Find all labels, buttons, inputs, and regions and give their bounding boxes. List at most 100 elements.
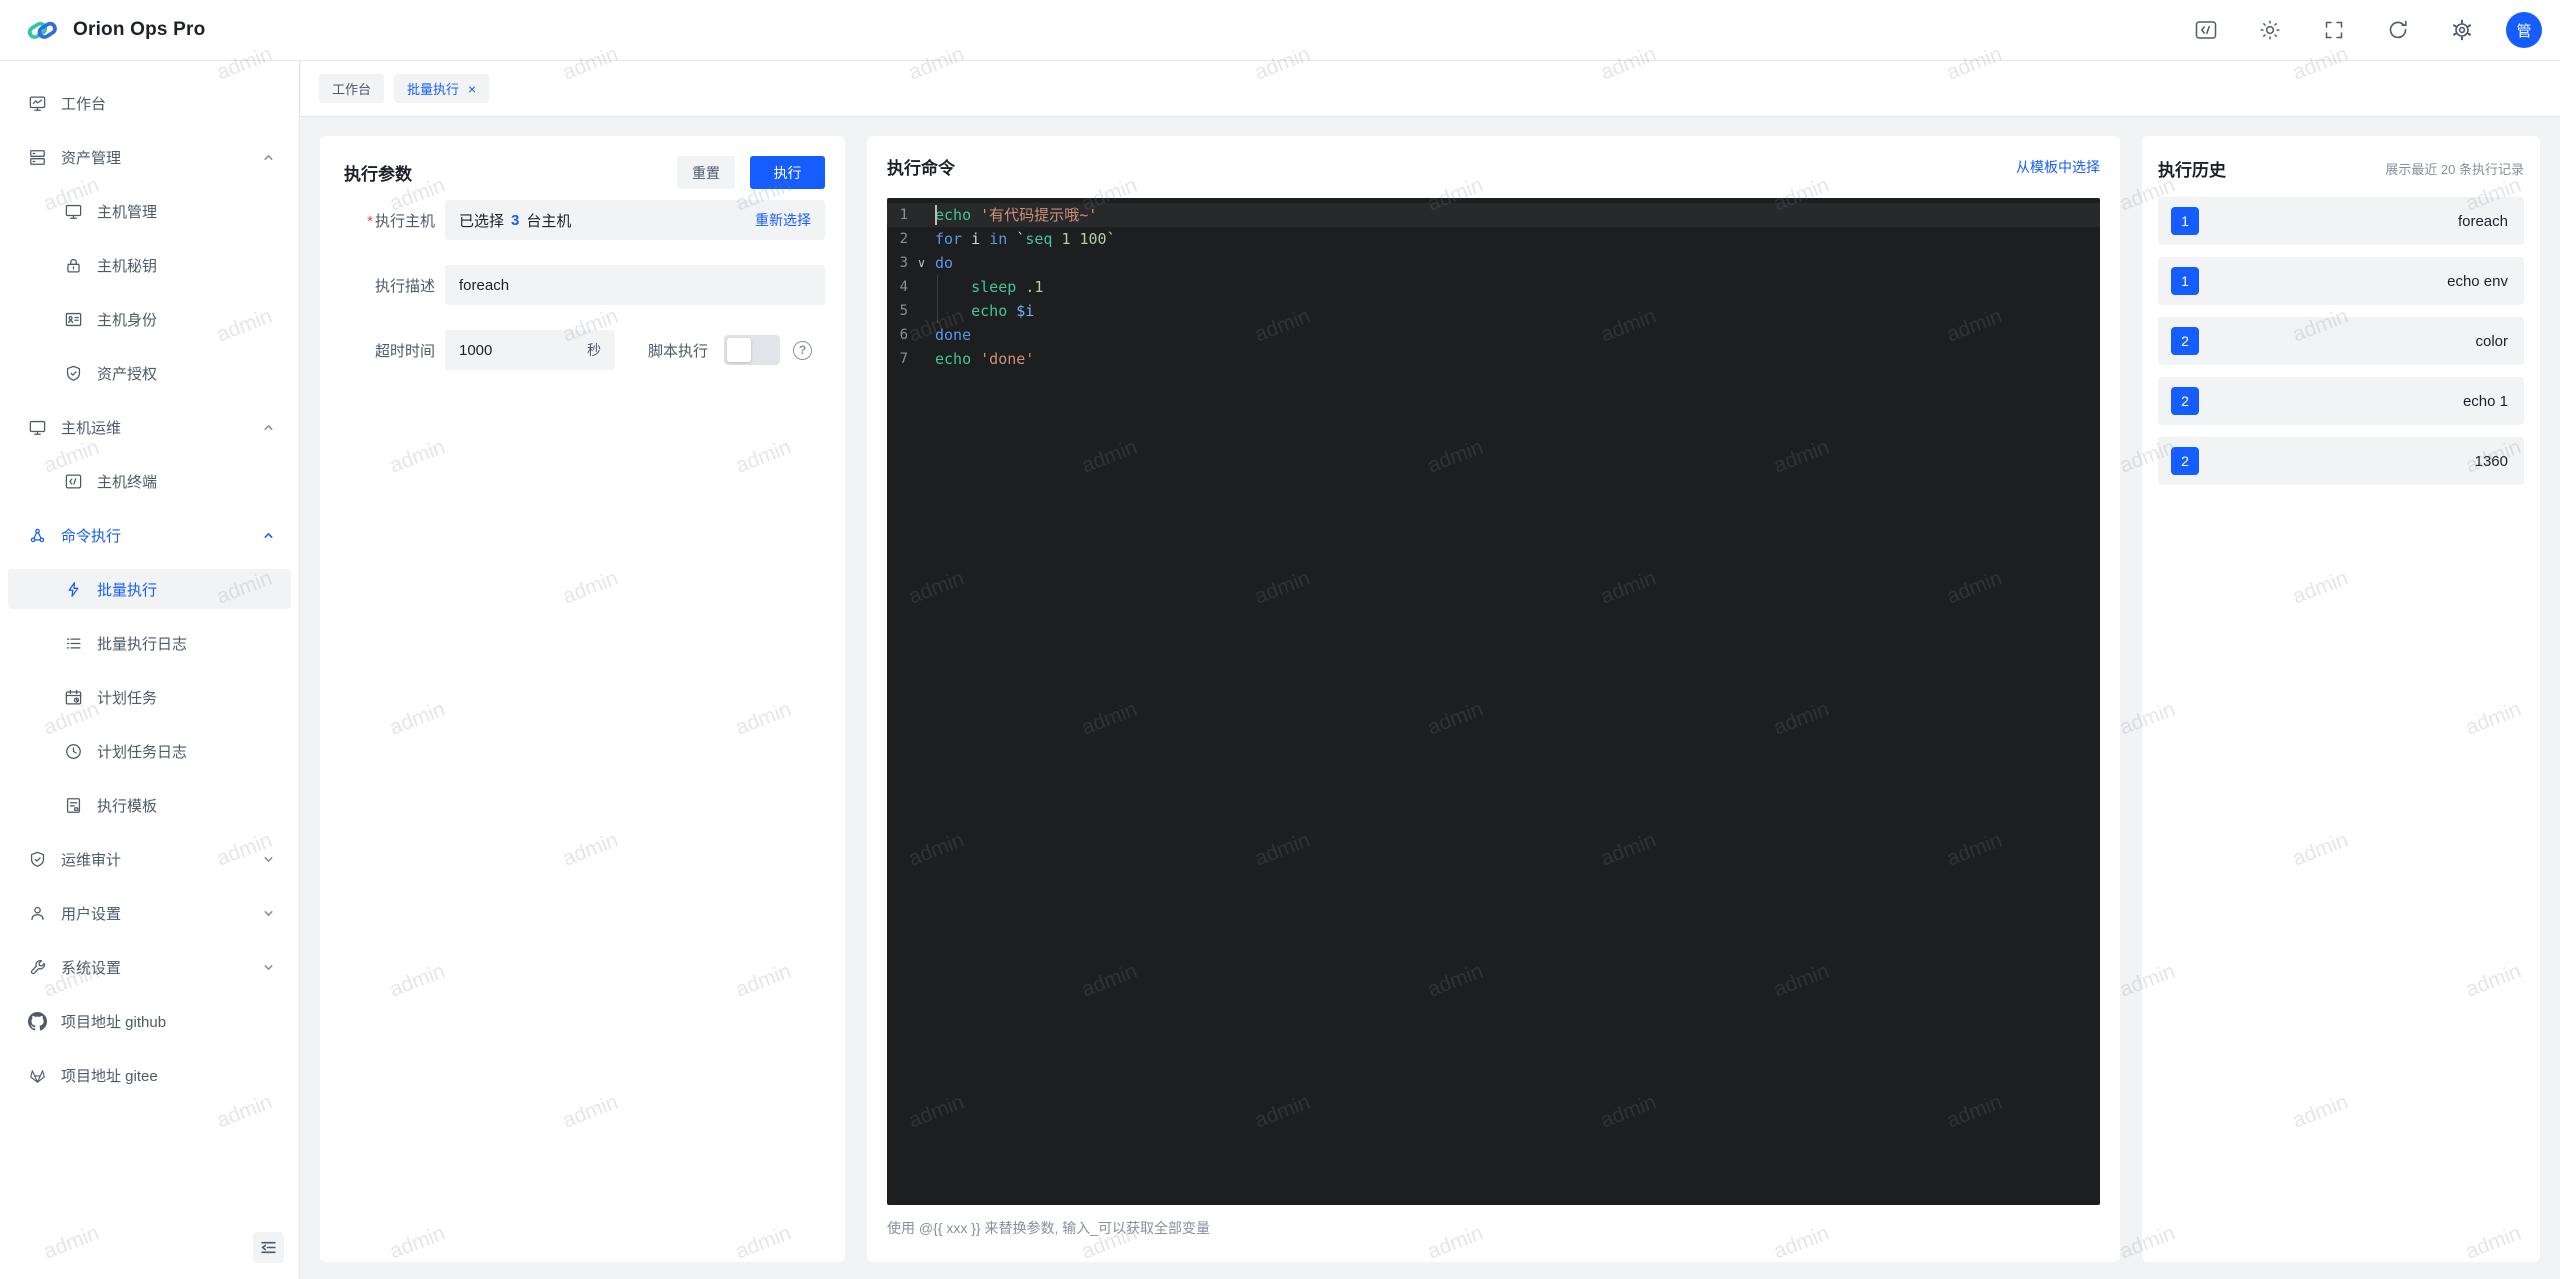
sidebar-item-project-github[interactable]: 项目地址 github	[8, 1001, 291, 1041]
app-logo: Orion Ops Pro	[0, 12, 205, 48]
sidebar-item-host-ops[interactable]: 主机运维	[8, 407, 291, 447]
command-code-editor[interactable]: 1 echo '有代码提示哦~' 2 for i in `seq 1 100` 3 ∨ do…	[887, 198, 2100, 1205]
fold-gutter	[908, 299, 935, 323]
code-line: 5 echo $i	[887, 299, 2100, 323]
host-selected-suffix: 台主机	[526, 212, 572, 230]
code-line: 1 echo '有代码提示哦~'	[887, 203, 2100, 227]
sidebar-item-command-execution[interactable]: 命令执行	[8, 515, 291, 555]
history-item-label: 1360	[2474, 452, 2508, 470]
sidebar-item-workbench[interactable]: 工作台	[8, 83, 291, 123]
sidebar-item-system-settings[interactable]: 系统设置	[8, 947, 291, 987]
monitor-icon	[65, 204, 82, 219]
choose-from-template-link[interactable]: 从模板中选择	[2016, 157, 2100, 177]
history-item[interactable]: 1 foreach	[2158, 197, 2524, 245]
sidebar-item-label: 项目地址 github	[61, 1013, 167, 1031]
sidebar-item-label: 用户设置	[61, 905, 122, 923]
description-field-label: 执行描述	[374, 277, 435, 295]
description-input[interactable]: foreach	[445, 265, 825, 305]
tab-label: 工作台	[332, 82, 372, 97]
timeout-input[interactable]: 1000 秒	[445, 330, 615, 370]
reselect-hosts-link[interactable]: 重新选择	[755, 210, 811, 230]
sidebar-item-batch-execution-log[interactable]: 批量执行日志	[8, 623, 291, 663]
sidebar-item-label: 命令执行	[61, 527, 122, 545]
monitor-icon	[29, 420, 46, 435]
execute-button[interactable]: 执行	[750, 156, 825, 189]
sidebar-item-asset-management[interactable]: 资产管理	[8, 137, 291, 177]
host-count-badge: 1	[2171, 267, 2199, 295]
sidebar-item-user-settings[interactable]: 用户设置	[8, 893, 291, 933]
sidebar-item-host-identity[interactable]: 主机身份	[8, 299, 291, 339]
settings-gear-icon[interactable]	[2450, 18, 2474, 42]
history-item[interactable]: 2 echo 1	[2158, 377, 2524, 425]
sidebar-item-label: 计划任务	[97, 689, 158, 707]
code-line: 7 echo 'done'	[887, 347, 2100, 371]
code-text: done	[935, 326, 972, 344]
refresh-icon[interactable]	[2386, 18, 2410, 42]
clock-icon	[66, 743, 81, 759]
code-text: do	[935, 254, 954, 272]
tab-workbench[interactable]: 工作台	[319, 74, 385, 103]
history-item[interactable]: 2 color	[2158, 317, 2524, 365]
line-number: 5	[899, 303, 908, 319]
sidebar-item-host-management[interactable]: 主机管理	[8, 191, 291, 231]
sidebar-item-project-gitee[interactable]: 项目地址 gitee	[8, 1055, 291, 1095]
line-number: 1	[899, 207, 908, 223]
sidebar-item-host-keys[interactable]: 主机秘钥	[8, 245, 291, 285]
tab-batch-execution[interactable]: 批量执行 ×	[394, 74, 490, 103]
sidebar-item-scheduled-task-log[interactable]: 计划任务日志	[8, 731, 291, 771]
host-selected-prefix: 已选择	[459, 212, 505, 230]
history-item[interactable]: 1 echo env	[2158, 257, 2524, 305]
execution-params-panel: 执行参数 重置 执行 * 执行主机 已选择 3 台主机 重新选择 执行描述 for…	[320, 136, 845, 1262]
sidebar-item-label: 项目地址 gitee	[61, 1067, 158, 1085]
reset-button[interactable]: 重置	[677, 156, 735, 189]
shield-check-icon	[30, 851, 45, 867]
chevron-up-icon	[264, 154, 273, 160]
sidebar-item-label: 批量执行	[97, 581, 158, 599]
fold-gutter	[908, 275, 935, 299]
tab-close-icon[interactable]: ×	[468, 82, 476, 96]
help-icon[interactable]: ?	[793, 340, 813, 360]
sidebar-item-label: 主机运维	[61, 419, 122, 437]
fold-gutter	[908, 203, 935, 227]
sidebar-item-scheduled-tasks[interactable]: 计划任务	[8, 677, 291, 717]
sidebar-collapse-button[interactable]	[253, 1232, 284, 1263]
lightning-icon	[68, 581, 79, 597]
history-item[interactable]: 2 1360	[2158, 437, 2524, 485]
sidebar-item-ops-audit[interactable]: 运维审计	[8, 839, 291, 879]
code-text: echo 'done'	[935, 350, 1035, 368]
sidebar-nav: 工作台 资产管理 主机管理 主机秘钥 主机身份 资产授权 主机运维 主机终端 命…	[0, 61, 300, 1279]
code-box-icon[interactable]	[2194, 18, 2218, 42]
user-avatar[interactable]: 管	[2506, 12, 2542, 48]
theme-sun-icon[interactable]	[2258, 18, 2282, 42]
timeout-value: 1000	[459, 341, 493, 359]
code-text: sleep .1	[971, 278, 1044, 296]
line-number: 7	[899, 351, 908, 367]
lock-icon	[67, 258, 80, 272]
history-meta-text: 展示最近 20 条执行记录	[2385, 162, 2524, 177]
host-count-badge: 2	[2171, 447, 2199, 475]
description-value: foreach	[459, 276, 510, 294]
shield-check-icon	[66, 365, 81, 381]
params-panel-title: 执行参数	[344, 165, 412, 184]
host-count-badge: 1	[2171, 207, 2199, 235]
fullscreen-icon[interactable]	[2322, 18, 2346, 42]
sidebar-item-label: 计划任务日志	[97, 743, 188, 761]
fold-chevron-icon[interactable]: ∨	[908, 251, 935, 275]
history-item-label: foreach	[2457, 212, 2508, 230]
calendar-clock-icon	[65, 689, 82, 704]
logo-icon	[27, 21, 57, 39]
script-exec-toggle[interactable]	[724, 335, 781, 365]
github-icon	[28, 1011, 47, 1031]
user-icon	[31, 906, 44, 920]
host-select-field[interactable]: 已选择 3 台主机 重新选择	[445, 200, 825, 240]
history-list: 1 foreach 1 echo env 2 color 2 echo 1 2 1360	[2158, 197, 2524, 485]
sidebar-item-asset-authorization[interactable]: 资产授权	[8, 353, 291, 393]
host-field-label: * 执行主机	[367, 212, 435, 230]
chevron-up-icon	[264, 424, 273, 430]
sidebar-item-batch-execution[interactable]: 批量执行	[8, 569, 291, 609]
sidebar-item-label: 主机身份	[97, 311, 158, 329]
sidebar-item-host-terminal[interactable]: 主机终端	[8, 461, 291, 501]
timeout-field-label: 超时时间	[374, 342, 435, 360]
chevron-down-icon	[264, 964, 273, 970]
sidebar-item-execution-template[interactable]: 执行模板	[8, 785, 291, 825]
